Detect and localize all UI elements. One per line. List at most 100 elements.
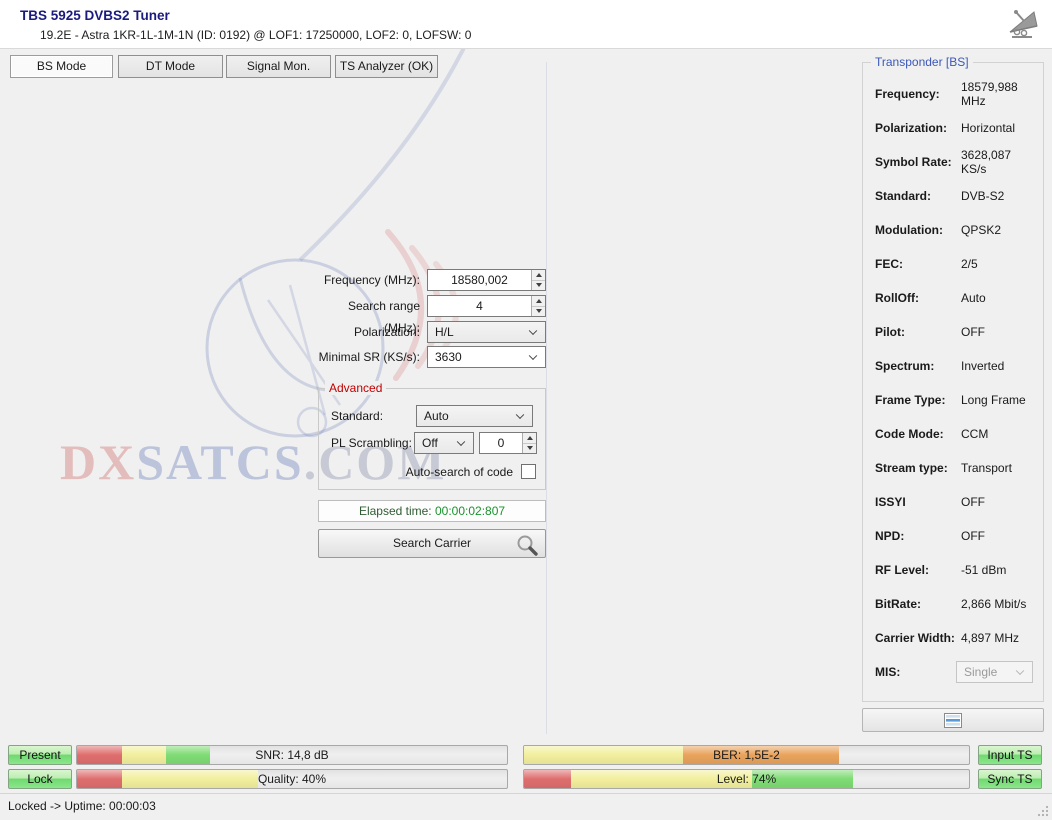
transponder-row-label: Frame Type: bbox=[875, 393, 961, 407]
chevron-down-icon bbox=[457, 438, 465, 446]
elapsed-time-box: Elapsed time: 00:00:02:807 bbox=[318, 500, 546, 522]
spin-down-icon bbox=[532, 307, 545, 317]
mis-select[interactable]: Single bbox=[956, 661, 1033, 683]
search-range-spinbox[interactable] bbox=[427, 295, 546, 317]
pl-code-input[interactable] bbox=[480, 433, 522, 453]
transponder-row: RollOff: Auto bbox=[875, 281, 1039, 315]
frequency-spinbox[interactable] bbox=[427, 269, 546, 291]
spin-down-icon bbox=[523, 444, 536, 454]
transponder-row: Code Mode: CCM bbox=[875, 417, 1039, 451]
quality-meter-label: Quality: 40% bbox=[77, 770, 507, 789]
status-bar: Locked -> Uptime: 00:00:03 bbox=[0, 793, 1052, 820]
minimal-sr-label: Minimal SR (KS/s): bbox=[318, 346, 420, 368]
transponder-row-value: Inverted bbox=[961, 359, 1039, 373]
pl-code-spinbox[interactable] bbox=[479, 432, 537, 454]
transponder-row: RF Level: -51 dBm bbox=[875, 553, 1039, 587]
standard-value: Auto bbox=[424, 409, 449, 423]
transponder-row: Pilot: OFF bbox=[875, 315, 1039, 349]
transponder-row: Symbol Rate: 3628,087 KS/s bbox=[875, 145, 1039, 179]
transponder-row-value: Auto bbox=[961, 291, 1039, 305]
transponder-row-value: 4,897 MHz bbox=[961, 631, 1039, 645]
transponder-rows: Frequency: 18579,988 MHz Polarization: H… bbox=[875, 77, 1039, 655]
transponder-row-label: ISSYI bbox=[875, 495, 961, 509]
transponder-row-value: 3628,087 KS/s bbox=[961, 148, 1039, 176]
auto-search-label: Auto-search of code bbox=[319, 461, 513, 483]
elapsed-time-value: 00:00:02:807 bbox=[435, 504, 505, 518]
transponder-row-label: RollOff: bbox=[875, 291, 961, 305]
transponder-row-label: NPD: bbox=[875, 529, 961, 543]
chevron-down-icon bbox=[1016, 667, 1024, 675]
transponder-row-value: 18579,988 MHz bbox=[961, 80, 1039, 108]
transponder-row: NPD: OFF bbox=[875, 519, 1039, 553]
status-text: Locked -> Uptime: 00:00:03 bbox=[8, 799, 156, 813]
pl-scrambling-select[interactable]: Off bbox=[414, 432, 474, 454]
ber-meter-label: BER: 1,5E-2 bbox=[524, 746, 969, 765]
frequency-spinner[interactable] bbox=[531, 270, 545, 290]
tab-bs-mode[interactable]: BS Mode bbox=[10, 55, 113, 78]
sync-ts-indicator: Sync TS bbox=[978, 769, 1042, 789]
input-ts-indicator: Input TS bbox=[978, 745, 1042, 765]
transponder-panel-title: Transponder [BS] bbox=[871, 55, 973, 69]
app-title: TBS 5925 DVBS2 Tuner bbox=[20, 8, 170, 23]
resize-grip[interactable] bbox=[1037, 805, 1049, 817]
channel-list-button[interactable] bbox=[862, 708, 1044, 732]
ber-meter: BER: 1,5E-2 bbox=[523, 745, 970, 765]
pl-scrambling-value: Off bbox=[422, 436, 438, 450]
satellite-dish-icon bbox=[1004, 6, 1042, 40]
standard-select[interactable]: Auto bbox=[416, 405, 533, 427]
transponder-row-label: Standard: bbox=[875, 189, 961, 203]
transponder-row: Stream type: Transport bbox=[875, 451, 1039, 485]
pl-code-spinner[interactable] bbox=[522, 433, 536, 453]
transponder-row-value: Long Frame bbox=[961, 393, 1039, 407]
mis-row: MIS: Single bbox=[875, 661, 1033, 683]
transponder-row: BitRate: 2,866 Mbit/s bbox=[875, 587, 1039, 621]
transponder-row: Carrier Width: 4,897 MHz bbox=[875, 621, 1039, 655]
spin-down-icon bbox=[532, 281, 545, 291]
auto-search-checkbox[interactable] bbox=[521, 464, 536, 479]
minimal-sr-select[interactable]: 3630 bbox=[427, 346, 546, 368]
transponder-row-label: Modulation: bbox=[875, 223, 961, 237]
transponder-row: FEC: 2/5 bbox=[875, 247, 1039, 281]
tuner-window: DXSATCS.COM TBS 5925 DVBS2 Tuner 19.2E -… bbox=[0, 0, 1052, 820]
tab-dt-mode[interactable]: DT Mode bbox=[118, 55, 223, 78]
transponder-row-label: BitRate: bbox=[875, 597, 961, 611]
spin-up-icon bbox=[532, 270, 545, 281]
transponder-row: Spectrum: Inverted bbox=[875, 349, 1039, 383]
transponder-row-label: FEC: bbox=[875, 257, 961, 271]
tab-signal-mon[interactable]: Signal Mon. bbox=[226, 55, 331, 78]
transponder-row-label: Frequency: bbox=[875, 87, 961, 101]
search-range-input[interactable] bbox=[428, 296, 531, 316]
pl-scrambling-label: PL Scrambling: bbox=[331, 432, 412, 454]
minimal-sr-value: 3630 bbox=[435, 350, 462, 364]
search-carrier-button[interactable]: Search Carrier bbox=[318, 529, 546, 558]
level-meter-label: Level: 74% bbox=[524, 770, 969, 789]
transponder-row-value: -51 dBm bbox=[961, 563, 1039, 577]
chevron-down-icon bbox=[529, 327, 537, 335]
polarization-select[interactable]: H/L bbox=[427, 321, 546, 343]
present-indicator: Present bbox=[8, 745, 72, 765]
transponder-row: Frame Type: Long Frame bbox=[875, 383, 1039, 417]
transponder-row-value: CCM bbox=[961, 427, 1039, 441]
transponder-row: Polarization: Horizontal bbox=[875, 111, 1039, 145]
advanced-group-title: Advanced bbox=[325, 381, 386, 395]
quality-meter: Quality: 40% bbox=[76, 769, 508, 789]
transponder-row: Modulation: QPSK2 bbox=[875, 213, 1039, 247]
spin-up-icon bbox=[532, 296, 545, 307]
transponder-panel: Transponder [BS] Frequency: 18579,988 MH… bbox=[862, 62, 1044, 702]
channel-list-icon bbox=[944, 713, 962, 728]
transponder-row-value: DVB-S2 bbox=[961, 189, 1039, 203]
tab-ts-analyzer[interactable]: TS Analyzer (OK) bbox=[335, 55, 438, 78]
transponder-row-value: Transport bbox=[961, 461, 1039, 475]
search-carrier-label: Search Carrier bbox=[393, 536, 471, 550]
mis-label: MIS: bbox=[875, 665, 956, 679]
chevron-down-icon bbox=[529, 352, 537, 360]
snr-meter: SNR: 14,8 dB bbox=[76, 745, 508, 765]
transponder-row-value: OFF bbox=[961, 325, 1039, 339]
magnifier-icon bbox=[515, 533, 539, 557]
polarization-label: Polarization: bbox=[318, 321, 420, 343]
transponder-row-label: Pilot: bbox=[875, 325, 961, 339]
search-range-spinner[interactable] bbox=[531, 296, 545, 316]
frequency-input[interactable] bbox=[428, 270, 531, 290]
transponder-row-label: Code Mode: bbox=[875, 427, 961, 441]
header: TBS 5925 DVBS2 Tuner 19.2E - Astra 1KR-1… bbox=[0, 0, 1052, 49]
